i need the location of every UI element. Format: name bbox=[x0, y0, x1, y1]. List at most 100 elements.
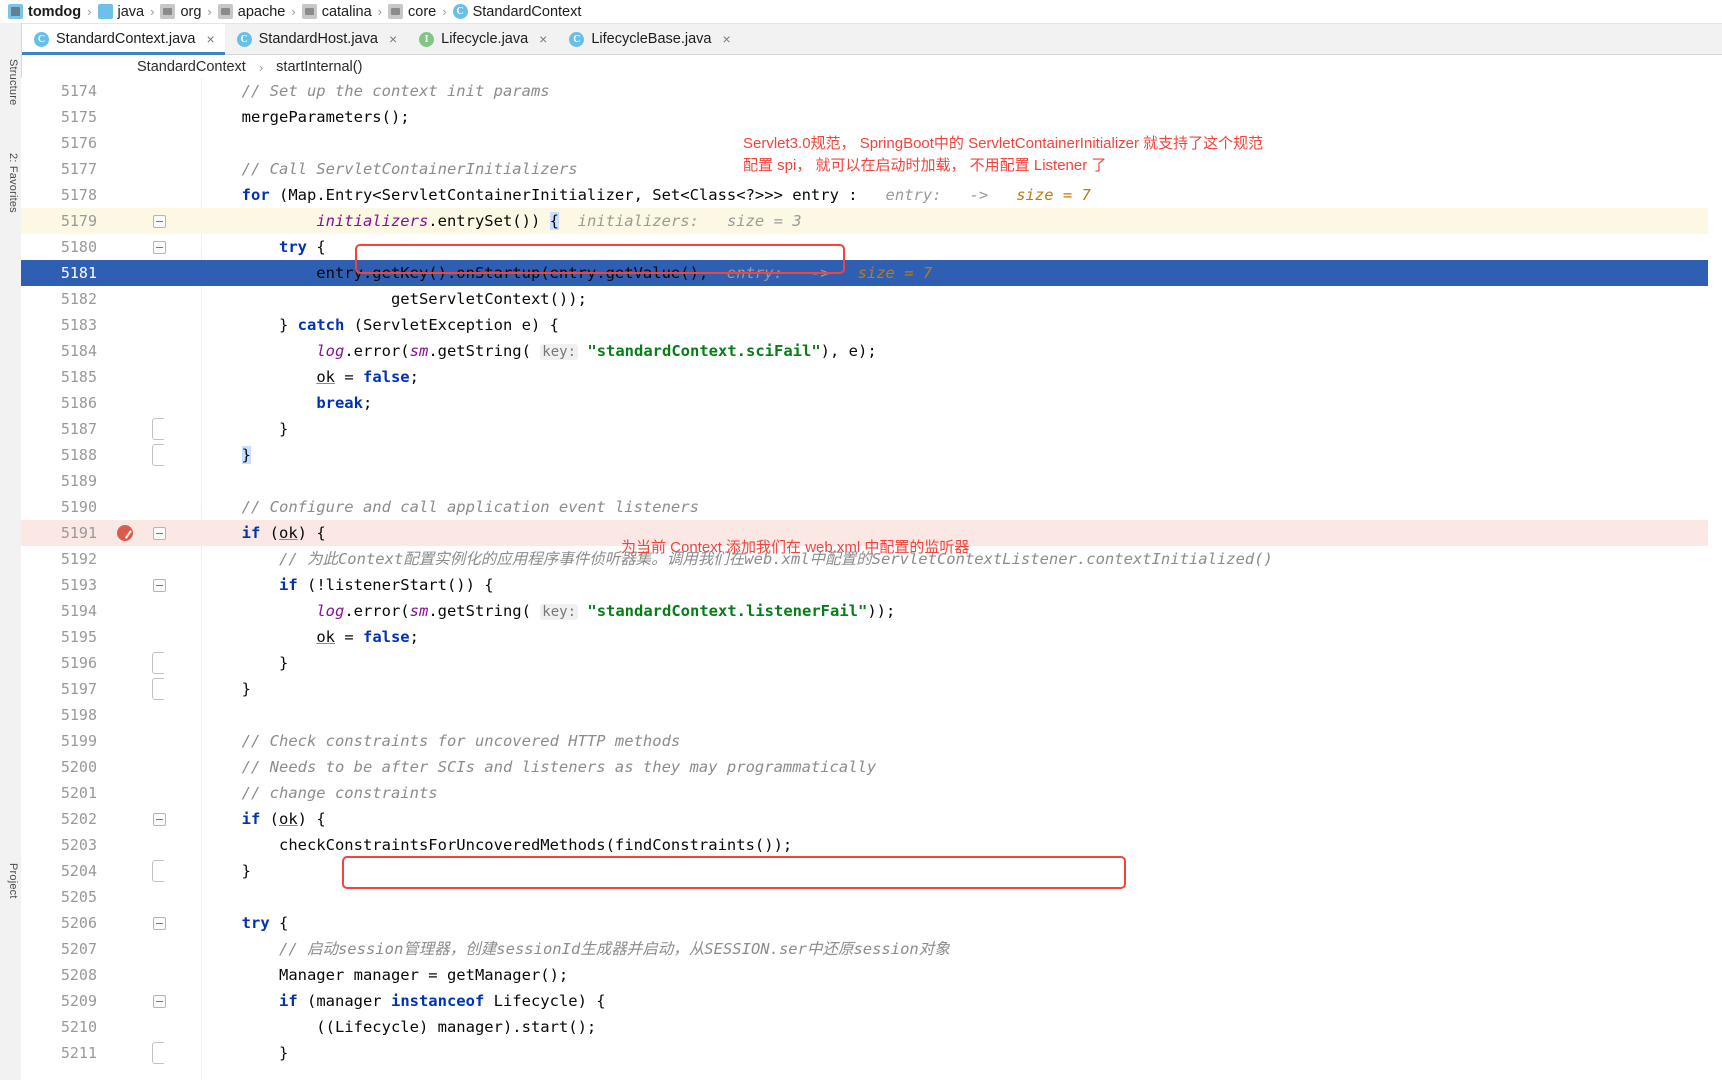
stripe-button-favorites[interactable]: 2: Favorites bbox=[2, 153, 19, 213]
breadcrumb-class-name[interactable]: StandardContext bbox=[137, 59, 246, 75]
code-token: } bbox=[167, 1044, 289, 1062]
code-text: try { bbox=[167, 910, 1722, 936]
line-number: 5185 bbox=[60, 368, 97, 386]
fold-collapse-icon[interactable] bbox=[153, 527, 166, 540]
fold-collapse-icon[interactable] bbox=[153, 917, 166, 930]
code-line[interactable]: 5200 // Needs to be after SCIs and liste… bbox=[21, 754, 1722, 780]
code-line[interactable]: 5205 bbox=[21, 884, 1722, 910]
annotation-listener-note: 为当前 Context 添加我们在 web.xml 中配置的监听器 bbox=[621, 539, 970, 556]
code-token: log bbox=[316, 602, 345, 620]
line-number: 5208 bbox=[60, 966, 97, 984]
line-number: 5183 bbox=[60, 316, 97, 334]
editor-tab-lifecyclebase[interactable]: C LifecycleBase.java × bbox=[557, 24, 741, 54]
code-line[interactable]: 5178 for (Map.Entry<ServletContainerInit… bbox=[21, 182, 1722, 208]
fold-region-icon[interactable] bbox=[152, 652, 164, 674]
code-line[interactable]: 5211 } bbox=[21, 1040, 1722, 1066]
code-line[interactable]: 5210 ((Lifecycle) manager).start(); bbox=[21, 1014, 1722, 1040]
fold-region-icon[interactable] bbox=[152, 1042, 164, 1064]
breadcrumb-item-class[interactable]: C StandardContext bbox=[451, 4, 584, 20]
fold-region-icon[interactable] bbox=[152, 444, 164, 466]
annotation-servlet30-line2: 配置 spi， 就可以在启动时加载， 不用配置 Listener 了 bbox=[743, 157, 1107, 174]
code-text: if (!listenerStart()) { bbox=[167, 572, 1722, 598]
code-line[interactable]: 5198 bbox=[21, 702, 1722, 728]
tab-label: LifecycleBase.java bbox=[591, 31, 712, 47]
fold-collapse-icon[interactable] bbox=[153, 995, 166, 1008]
breadcrumb-item-java[interactable]: java bbox=[96, 4, 147, 20]
code-line[interactable]: 5185 ok = false; bbox=[21, 364, 1722, 390]
code-line[interactable]: 5196 } bbox=[21, 650, 1722, 676]
code-line[interactable]: 5193 if (!listenerStart()) { bbox=[21, 572, 1722, 598]
code-line[interactable]: 5190 // Configure and call application e… bbox=[21, 494, 1722, 520]
code-token: { bbox=[269, 914, 289, 932]
code-text: ok = false; bbox=[167, 364, 1722, 390]
fold-region-icon[interactable] bbox=[152, 678, 164, 700]
code-line[interactable]: 5194 log.error(sm.getString( key: "stand… bbox=[21, 598, 1722, 624]
breadcrumb-item-org[interactable]: org bbox=[158, 4, 203, 20]
code-line[interactable]: 5179 initializers.entrySet()) { initiali… bbox=[21, 208, 1722, 234]
breadcrumb-label: java bbox=[117, 3, 145, 20]
code-line[interactable]: 5199 // Check constraints for uncovered … bbox=[21, 728, 1722, 754]
code-token: log bbox=[316, 342, 345, 360]
code-line[interactable]: 5203 checkConstraintsForUncoveredMethods… bbox=[21, 832, 1722, 858]
code-text: } bbox=[167, 676, 1722, 702]
breadcrumb-item-apache[interactable]: apache bbox=[216, 4, 288, 20]
code-token: ; bbox=[362, 394, 373, 412]
breakpoint-icon[interactable] bbox=[117, 525, 133, 541]
code-token: entry: -> bbox=[866, 186, 1017, 204]
code-token: key: bbox=[540, 344, 579, 360]
breadcrumb-label: catalina bbox=[321, 3, 372, 20]
fold-region-icon[interactable] bbox=[152, 418, 164, 440]
code-line[interactable]: 5189 bbox=[21, 468, 1722, 494]
code-line[interactable]: 5184 log.error(sm.getString( key: "stand… bbox=[21, 338, 1722, 364]
code-line[interactable]: 5186 break; bbox=[21, 390, 1722, 416]
fold-collapse-icon[interactable] bbox=[153, 241, 166, 254]
code-line[interactable]: 5197 } bbox=[21, 676, 1722, 702]
stripe-button-project[interactable]: Project bbox=[2, 863, 19, 899]
code-text: // 启动session管理器，创建sessionId生成器并启动，从SESSI… bbox=[167, 936, 1722, 962]
line-number: 5184 bbox=[60, 342, 97, 360]
close-icon[interactable]: × bbox=[722, 32, 730, 46]
code-line[interactable]: 5183 } catch (ServletException e) { bbox=[21, 312, 1722, 338]
breadcrumb-item-core[interactable]: core bbox=[386, 4, 438, 20]
breadcrumb-item-catalina[interactable]: catalina bbox=[300, 4, 374, 20]
fold-collapse-icon[interactable] bbox=[153, 579, 166, 592]
code-line[interactable]: 5180 try { bbox=[21, 234, 1722, 260]
code-editor[interactable]: 5174 // Set up the context init params 51… bbox=[21, 78, 1722, 1080]
module-icon bbox=[8, 4, 23, 19]
line-number: 5174 bbox=[60, 82, 97, 100]
line-number: 5209 bbox=[60, 992, 97, 1010]
editor-tab-standardcontext[interactable]: C StandardContext.java × bbox=[22, 24, 225, 55]
close-icon[interactable]: × bbox=[389, 32, 397, 46]
fold-collapse-icon[interactable] bbox=[153, 215, 166, 228]
code-line[interactable]: 5195 ok = false; bbox=[21, 624, 1722, 650]
code-line[interactable]: 5175 mergeParameters(); bbox=[21, 104, 1722, 130]
breadcrumb-item-module[interactable]: tomdog bbox=[6, 4, 83, 20]
code-line[interactable]: 5174 // Set up the context init params bbox=[21, 78, 1722, 104]
line-number: 5198 bbox=[60, 706, 97, 724]
editor-tab-standardhost[interactable]: C StandardHost.java × bbox=[224, 24, 408, 54]
stripe-button-structure[interactable]: Structure bbox=[2, 59, 19, 105]
code-line[interactable]: 5208 Manager manager = getManager(); bbox=[21, 962, 1722, 988]
close-icon[interactable]: × bbox=[539, 32, 547, 46]
code-line[interactable]: 5188 } bbox=[21, 442, 1722, 468]
code-token: mergeParameters(); bbox=[167, 108, 410, 126]
line-number: 5190 bbox=[60, 498, 97, 516]
code-line[interactable]: 5181 entry.getKey().onStartup(entry.getV… bbox=[21, 260, 1722, 286]
code-line[interactable]: 5206 try { bbox=[21, 910, 1722, 936]
code-line[interactable]: 5201 // change constraints bbox=[21, 780, 1722, 806]
code-line[interactable]: 5202 if (ok) { bbox=[21, 806, 1722, 832]
fold-region-icon[interactable] bbox=[152, 860, 164, 882]
fold-collapse-icon[interactable] bbox=[153, 813, 166, 826]
code-token: = bbox=[334, 628, 363, 646]
breadcrumb-method-name[interactable]: startInternal() bbox=[276, 59, 362, 75]
editor-marker-column[interactable] bbox=[1708, 78, 1722, 1080]
close-icon[interactable]: × bbox=[206, 32, 214, 46]
code-token: ) { bbox=[297, 810, 326, 828]
code-text: ((Lifecycle) manager).start(); bbox=[167, 1014, 1722, 1040]
code-line[interactable]: 5207 // 启动session管理器，创建sessionId生成器并启动，从… bbox=[21, 936, 1722, 962]
editor-tab-lifecycle[interactable]: I Lifecycle.java × bbox=[407, 24, 558, 54]
code-line[interactable]: 5187 } bbox=[21, 416, 1722, 442]
code-line[interactable]: 5204 } bbox=[21, 858, 1722, 884]
code-line[interactable]: 5182 getServletContext()); bbox=[21, 286, 1722, 312]
code-line[interactable]: 5209 if (manager instanceof Lifecycle) { bbox=[21, 988, 1722, 1014]
